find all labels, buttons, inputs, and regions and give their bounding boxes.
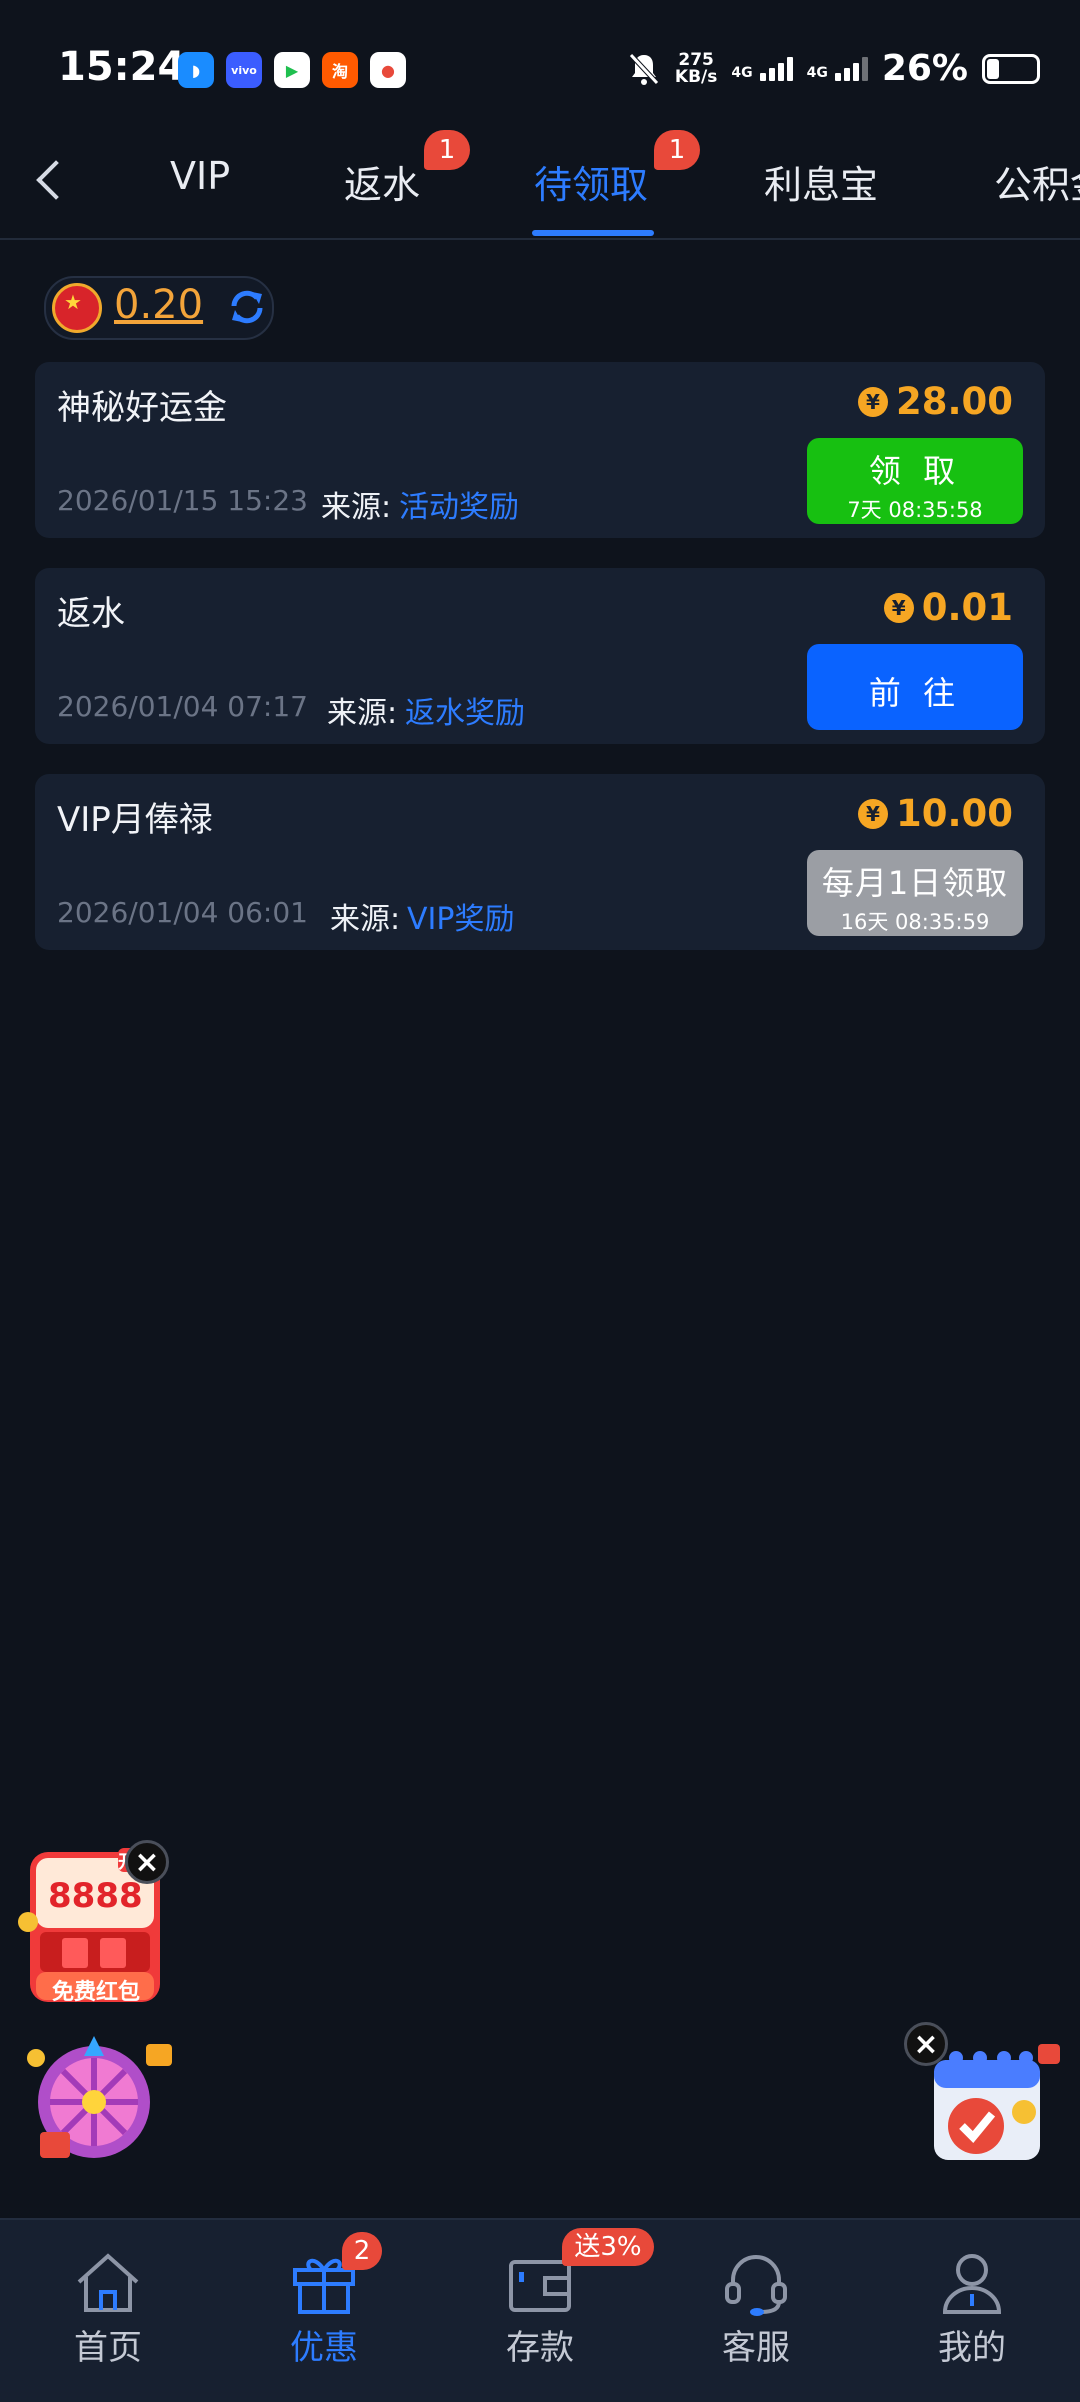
sim2-type: 4G bbox=[806, 64, 828, 81]
user-icon bbox=[942, 2254, 1002, 2314]
monthly-claim-button[interactable]: 每月1日领取 16天 08:35:59 bbox=[807, 850, 1023, 936]
nav-deposit-badge: 送3% bbox=[562, 2228, 654, 2266]
nav-support-label: 客服 bbox=[722, 2328, 790, 2368]
map-app-icon: ● bbox=[370, 52, 406, 88]
balance-value[interactable]: 0.20 bbox=[114, 282, 203, 328]
status-time: 15:24 bbox=[58, 44, 186, 90]
go-button[interactable]: 前 往 bbox=[807, 644, 1023, 730]
active-tab-indicator bbox=[532, 230, 654, 236]
tab-pending[interactable]: 待领取 bbox=[534, 154, 648, 209]
network-speed: 275 KB/s bbox=[674, 49, 718, 87]
reward-amount-value: 10.00 bbox=[895, 792, 1013, 835]
reward-date: 2026/01/04 06:01 bbox=[57, 896, 308, 929]
source-value: 活动奖励 bbox=[399, 490, 519, 525]
network-speed-value: 275 bbox=[678, 49, 714, 70]
reward-title: 返水 bbox=[57, 594, 125, 634]
monthly-claim-label: 每月1日领取 bbox=[821, 864, 1009, 902]
reward-title: 神秘好运金 bbox=[57, 388, 227, 428]
source-label: 来源: bbox=[321, 490, 392, 525]
video-app-icon: ▶ bbox=[274, 52, 310, 88]
nav-home[interactable]: 首页 bbox=[38, 2250, 178, 2369]
nav-promotions-label: 优惠 bbox=[290, 2328, 358, 2368]
nav-deposit-label: 存款 bbox=[506, 2328, 574, 2368]
nav-mine[interactable]: 我的 bbox=[902, 2250, 1042, 2369]
battery-icon bbox=[982, 53, 1040, 84]
back-icon[interactable] bbox=[36, 160, 76, 200]
notification-app-icons: ◗ vivo ▶ 淘 ● bbox=[178, 52, 406, 88]
lucky-wheel-icon bbox=[27, 2036, 172, 2158]
source-label: 来源: bbox=[330, 902, 401, 937]
lucky-wheel-widget[interactable] bbox=[22, 2030, 182, 2165]
network-speed-unit: KB/s bbox=[674, 66, 718, 87]
tab-fund[interactable]: 公积金 bbox=[994, 154, 1080, 209]
taobao-app-icon: 淘 bbox=[322, 52, 358, 88]
source-label: 来源: bbox=[327, 696, 398, 731]
status-right-icons: 275 KB/s 4G 4G 26% bbox=[627, 48, 1040, 89]
reward-date: 2026/01/04 07:17 bbox=[57, 690, 308, 723]
headset-icon bbox=[725, 2255, 787, 2316]
tab-vip[interactable]: VIP bbox=[170, 154, 230, 198]
close-red-packet-icon[interactable]: × bbox=[125, 1840, 169, 1884]
claim-button-label: 领 取 bbox=[868, 452, 962, 490]
monthly-countdown: 16天 08:35:59 bbox=[840, 910, 990, 934]
reward-title: VIP月俸禄 bbox=[57, 800, 213, 840]
refresh-icon[interactable] bbox=[226, 286, 268, 328]
go-button-label: 前 往 bbox=[868, 674, 962, 712]
reward-amount-value: 28.00 bbox=[895, 380, 1013, 423]
tab-bar: VIP 返水 1 待领取 1 利息宝 公积金 bbox=[0, 130, 1080, 240]
tab-pending-badge: 1 bbox=[654, 130, 700, 170]
reward-amount: ¥ 28.00 bbox=[857, 380, 1013, 423]
source-value: VIP奖励 bbox=[407, 902, 515, 937]
nav-support[interactable]: 客服 bbox=[686, 2250, 826, 2369]
balance-pill: 0.20 bbox=[44, 276, 274, 340]
red-packet-amount: 8888 bbox=[48, 1876, 143, 1916]
tab-rebate-badge: 1 bbox=[424, 130, 470, 170]
close-calendar-icon[interactable]: × bbox=[904, 2022, 948, 2066]
coin-icon: ¥ bbox=[857, 386, 888, 417]
claim-button[interactable]: 领 取 7天 08:35:58 bbox=[807, 438, 1023, 524]
browser-app-icon: ◗ bbox=[178, 52, 214, 88]
nav-deposit[interactable]: 存款 bbox=[470, 2250, 610, 2369]
china-flag-icon bbox=[52, 283, 102, 333]
nav-mine-label: 我的 bbox=[938, 2328, 1006, 2368]
status-bar: 15:24 ◗ vivo ▶ 淘 ● 275 KB/s 4G 4G 26% bbox=[0, 0, 1080, 130]
coin-icon: ¥ bbox=[857, 798, 888, 829]
reward-amount: ¥ 10.00 bbox=[857, 792, 1013, 835]
reward-card: 返水 ¥ 0.01 2026/01/04 07:17 来源: 返水奖励 前 往 bbox=[35, 568, 1045, 744]
nav-home-label: 首页 bbox=[74, 2328, 142, 2368]
coin-icon: ¥ bbox=[883, 592, 914, 623]
tab-rebate[interactable]: 返水 bbox=[344, 154, 420, 209]
red-packet-label: 免费红包 bbox=[51, 1980, 140, 2005]
tab-interest[interactable]: 利息宝 bbox=[764, 154, 878, 209]
sim1-type: 4G bbox=[731, 64, 753, 81]
reward-card: VIP月俸禄 ¥ 10.00 2026/01/04 06:01 来源: VIP奖… bbox=[35, 774, 1045, 950]
reward-amount: ¥ 0.01 bbox=[883, 586, 1013, 629]
reward-card: 神秘好运金 ¥ 28.00 2026/01/15 15:23 来源: 活动奖励 … bbox=[35, 362, 1045, 538]
nav-promotions[interactable]: 优惠 bbox=[254, 2250, 394, 2369]
home-icon bbox=[77, 2253, 139, 2312]
source-value: 返水奖励 bbox=[405, 696, 525, 731]
bottom-nav: 首页 优惠 2 存款 送3% 客服 我的 bbox=[0, 2218, 1080, 2402]
mute-bell-icon bbox=[629, 52, 659, 85]
reward-amount-value: 0.01 bbox=[921, 586, 1013, 629]
vivo-app-icon: vivo bbox=[226, 52, 262, 88]
sim1-signal-icon: 4G bbox=[731, 56, 793, 81]
sim2-signal-icon: 4G bbox=[806, 56, 868, 81]
nav-promotions-badge: 2 bbox=[342, 2232, 382, 2270]
claim-countdown: 7天 08:35:58 bbox=[847, 498, 983, 522]
reward-date: 2026/01/15 15:23 bbox=[57, 484, 308, 517]
battery-percent: 26% bbox=[881, 48, 968, 89]
